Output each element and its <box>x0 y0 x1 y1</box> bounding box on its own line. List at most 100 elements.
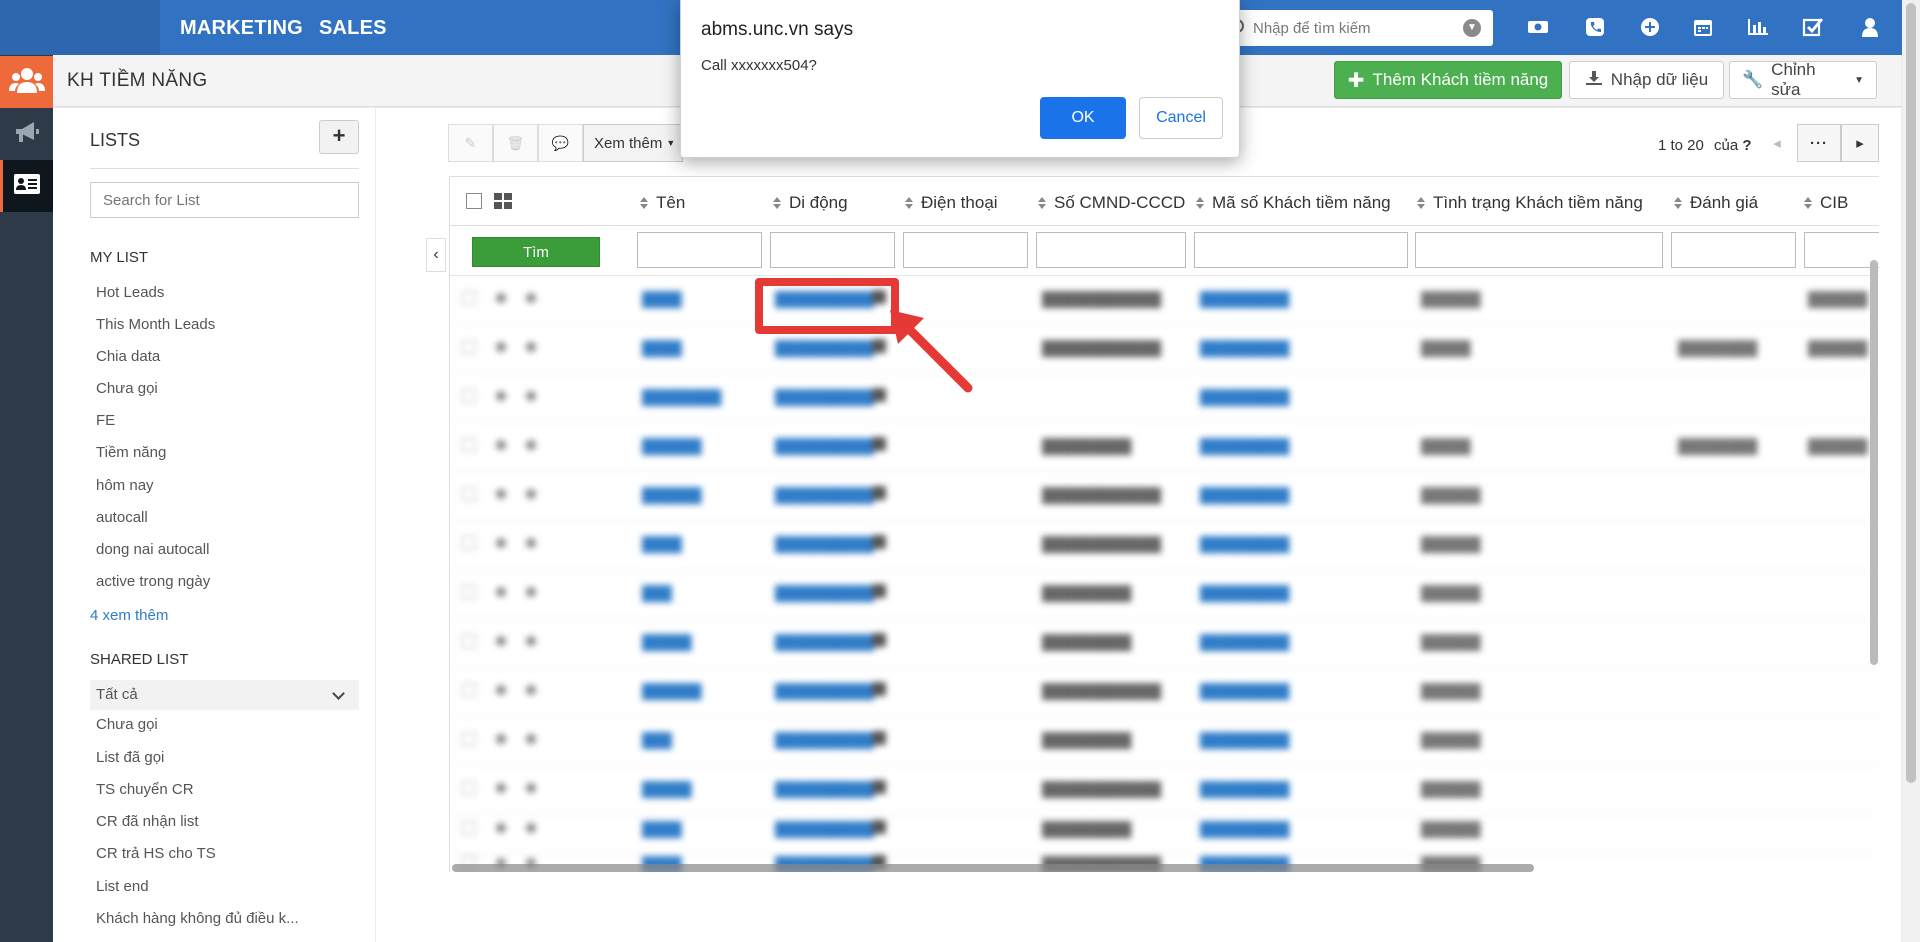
user-icon[interactable] <box>1857 14 1883 40</box>
rail-contacts[interactable] <box>0 160 53 212</box>
row-checkbox[interactable] <box>462 389 476 403</box>
row-mobile-blurred[interactable]: ██████████ <box>775 585 874 601</box>
row-checkbox[interactable] <box>462 536 476 550</box>
row-star-icon[interactable] <box>496 293 506 303</box>
row-info-icon[interactable] <box>526 293 536 303</box>
row-code-blurred[interactable]: █████████ <box>1200 340 1289 356</box>
row-name-blurred[interactable]: █████ <box>642 781 692 797</box>
row-code-blurred[interactable]: █████████ <box>1200 781 1289 797</box>
my-list-item[interactable]: Hot Leads <box>96 284 164 301</box>
select-all-checkbox[interactable] <box>466 193 482 209</box>
dialog-ok-button[interactable]: OK <box>1040 97 1126 139</box>
add-lead-button[interactable]: ✚ Thêm Khách tiềm năng <box>1334 61 1562 99</box>
row-info-icon[interactable] <box>526 734 536 744</box>
grid-layout-icon[interactable] <box>494 193 512 213</box>
col-di-dong[interactable]: Di động <box>773 193 848 213</box>
row-name-blurred[interactable]: ███ <box>642 585 672 601</box>
table-row[interactable]: ████████████████████████████████████████… <box>450 276 1879 325</box>
row-name-blurred[interactable]: ██████ <box>642 438 702 454</box>
row-checkbox[interactable] <box>462 634 476 648</box>
prev-page-button[interactable]: ◂ <box>1760 124 1794 162</box>
dialog-cancel-button[interactable]: Cancel <box>1139 97 1223 139</box>
filter-ma-so-input[interactable] <box>1194 232 1408 268</box>
calendar-icon[interactable] <box>1690 14 1716 40</box>
add-list-button[interactable]: + <box>319 120 359 154</box>
row-checkbox[interactable] <box>462 821 476 835</box>
filter-ten-input[interactable] <box>637 232 762 268</box>
row-info-icon[interactable] <box>526 636 536 646</box>
row-mobile-blurred[interactable]: ██████████ <box>775 438 874 454</box>
table-row[interactable]: ████████████████████████████████████████… <box>450 423 1879 472</box>
my-list-item[interactable]: autocall <box>96 509 148 526</box>
shared-list-item[interactable]: Khách hàng không đủ điều k... <box>96 910 299 927</box>
col-ten[interactable]: Tên <box>640 193 685 213</box>
row-name-blurred[interactable]: ████ <box>642 536 682 552</box>
row-star-icon[interactable] <box>496 823 506 833</box>
row-code-blurred[interactable]: █████████ <box>1200 291 1289 307</box>
filter-dien-thoai-input[interactable] <box>903 232 1028 268</box>
table-row[interactable]: ████████████████████████████████████████… <box>450 521 1879 570</box>
row-info-icon[interactable] <box>526 489 536 499</box>
table-row[interactable]: ████████████████████████████████████████… <box>450 472 1879 521</box>
row-mobile-blurred[interactable]: ██████████ <box>775 781 874 797</box>
collapse-sidebar-button[interactable]: ‹ <box>426 238 446 272</box>
my-list-item[interactable]: FE <box>96 412 115 429</box>
filter-di-dong-input[interactable] <box>770 232 895 268</box>
row-name-blurred[interactable]: ████ <box>642 821 682 837</box>
horizontal-scrollbar[interactable] <box>452 864 1534 872</box>
shared-list-item[interactable]: TS chuyển CR <box>96 781 194 798</box>
row-name-blurred[interactable]: ██████ <box>642 683 702 699</box>
table-row[interactable]: ████████████████████████████████████████… <box>450 325 1879 374</box>
rail-campaigns[interactable] <box>0 108 53 160</box>
row-checkbox[interactable] <box>462 438 476 452</box>
call-icon[interactable] <box>872 633 886 647</box>
my-list-item[interactable]: active trong ngày <box>96 573 210 590</box>
row-mobile-blurred[interactable]: ██████████ <box>775 536 874 552</box>
row-name-blurred[interactable]: ████ <box>642 340 682 356</box>
phone-icon[interactable] <box>1582 14 1608 40</box>
row-checkbox[interactable] <box>462 291 476 305</box>
row-star-icon[interactable] <box>496 636 506 646</box>
filter-danh-gia-input[interactable] <box>1671 232 1796 268</box>
delete-button[interactable]: 🗑 <box>493 124 538 162</box>
app-logo[interactable] <box>0 0 160 55</box>
row-code-blurred[interactable]: █████████ <box>1200 536 1289 552</box>
call-icon[interactable] <box>872 682 886 696</box>
row-info-icon[interactable] <box>526 685 536 695</box>
row-code-blurred[interactable]: █████████ <box>1200 683 1289 699</box>
search-dropdown-icon[interactable]: ▼ <box>1463 19 1481 37</box>
row-code-blurred[interactable]: █████████ <box>1200 438 1289 454</box>
search-button[interactable]: Tìm <box>472 237 600 267</box>
row-info-icon[interactable] <box>526 538 536 548</box>
show-more-lists-link[interactable]: 4 xem thêm <box>90 607 168 624</box>
row-checkbox[interactable] <box>462 585 476 599</box>
row-name-blurred[interactable]: █████ <box>642 634 692 650</box>
call-icon[interactable] <box>872 731 886 745</box>
row-name-blurred[interactable]: ██████ <box>642 487 702 503</box>
my-list-item[interactable]: hôm nay <box>96 477 154 494</box>
row-checkbox[interactable] <box>462 781 476 795</box>
row-code-blurred[interactable]: █████████ <box>1200 487 1289 503</box>
row-code-blurred[interactable]: █████████ <box>1200 634 1289 650</box>
more-pages-button[interactable]: ··· <box>1797 124 1841 162</box>
row-checkbox[interactable] <box>462 340 476 354</box>
col-danh-gia[interactable]: Đánh giá <box>1674 193 1758 213</box>
call-icon[interactable] <box>872 437 886 451</box>
row-name-blurred[interactable]: ████████ <box>642 389 721 405</box>
row-name-blurred[interactable]: ███ <box>642 732 672 748</box>
table-row[interactable]: ███ ██████████ █████████ █████████ ██████ <box>450 570 1879 619</box>
row-info-icon[interactable] <box>526 391 536 401</box>
filter-cib-input[interactable] <box>1804 232 1879 268</box>
shared-list-item[interactable]: CR trả HS cho TS <box>96 845 216 862</box>
row-mobile-blurred[interactable]: ██████████ <box>775 340 874 356</box>
shared-list-item[interactable]: List end <box>96 878 149 895</box>
row-mobile-blurred[interactable]: ██████████ <box>775 683 874 699</box>
row-info-icon[interactable] <box>526 440 536 450</box>
money-icon[interactable] <box>1525 14 1551 40</box>
filter-cmnd-input[interactable] <box>1036 232 1186 268</box>
my-list-item[interactable]: This Month Leads <box>96 316 215 333</box>
filter-tinh-trang-input[interactable] <box>1415 232 1663 268</box>
col-ma-so[interactable]: Mã số Khách tiềm năng <box>1196 193 1391 213</box>
col-cib[interactable]: CIB <box>1804 193 1848 213</box>
row-star-icon[interactable] <box>496 489 506 499</box>
